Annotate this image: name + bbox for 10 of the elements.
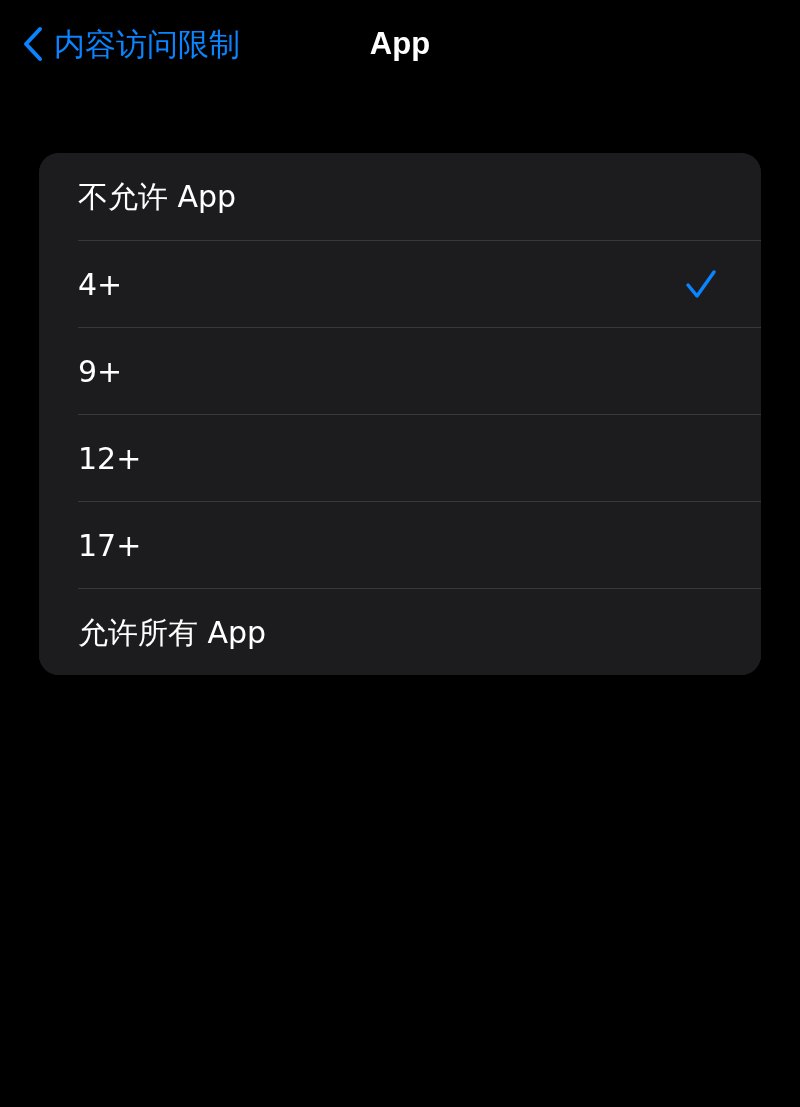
page-title: App bbox=[369, 24, 431, 63]
option-label: 17+ bbox=[78, 526, 143, 565]
option-label: 9+ bbox=[78, 352, 124, 391]
option-label: 允许所有 App bbox=[78, 613, 268, 652]
option-label: 不允许 App bbox=[78, 178, 238, 216]
option-label: 4+ bbox=[78, 265, 124, 304]
option-label: 12+ bbox=[78, 439, 143, 478]
option-row[interactable]: 允许所有 App bbox=[39, 588, 761, 675]
back-chevron-icon bbox=[22, 26, 44, 62]
back-button[interactable]: 内容访问限制 bbox=[22, 20, 240, 68]
